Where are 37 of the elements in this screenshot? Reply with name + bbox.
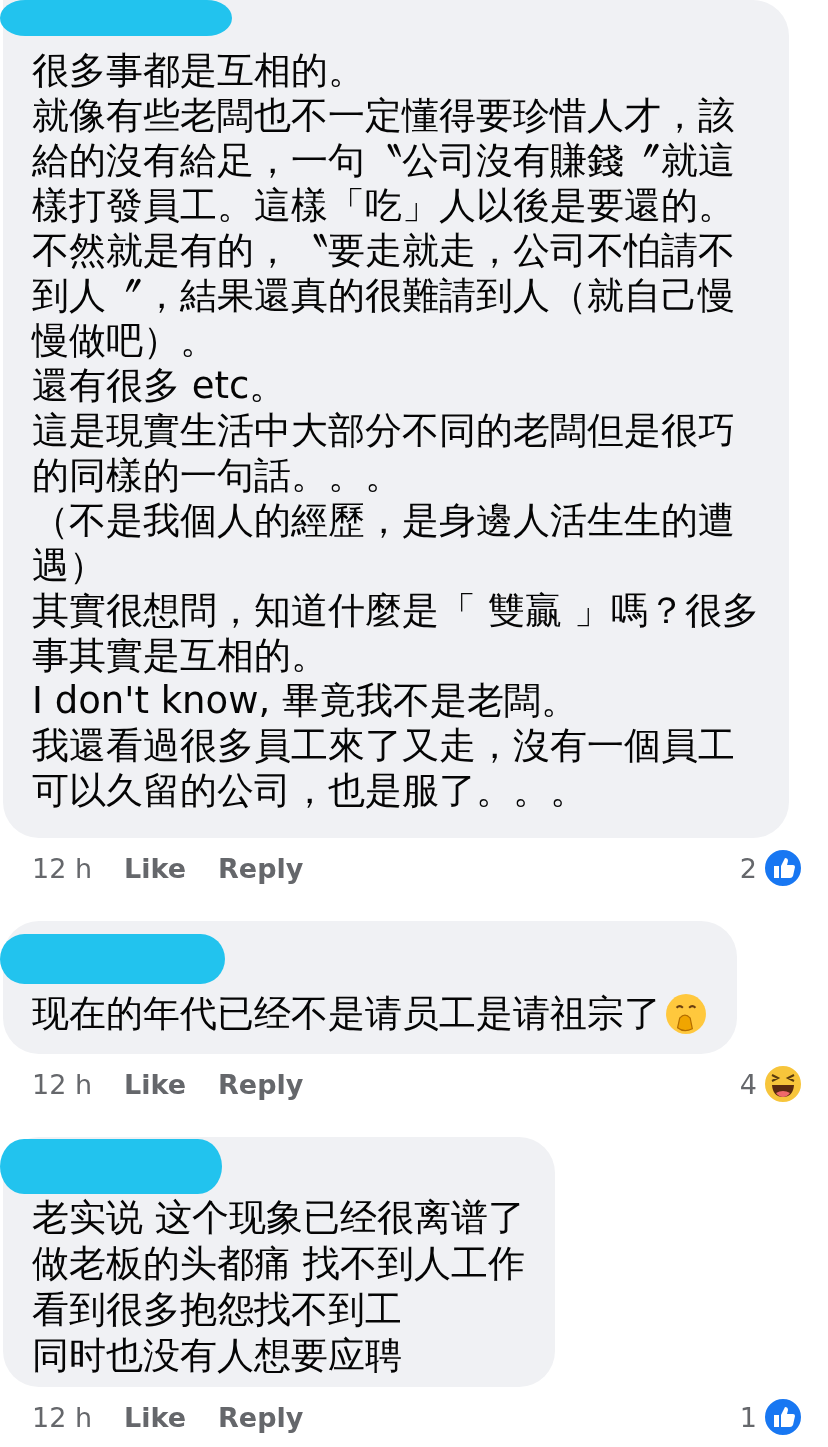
comment-text: 樣打發員工。這樣「吃」人以後是要還的。: [32, 182, 735, 229]
laughing-face-icon: [763, 1064, 803, 1104]
comment-text: 到人〞，結果還真的很難請到人（就自己慢: [32, 272, 735, 319]
reply-link[interactable]: Reply: [218, 1068, 304, 1100]
comment-text: 可以久留的公司，也是服了。。。: [32, 767, 587, 814]
comment-text: 遇）: [32, 542, 106, 589]
like-link[interactable]: Like: [124, 852, 187, 884]
reply-link[interactable]: Reply: [218, 1401, 304, 1433]
reaction-count: 2: [739, 852, 757, 884]
comment-time: 12 h: [32, 1401, 93, 1433]
comment-text: 的同樣的一句話。。。: [32, 452, 402, 499]
comment-text: 老实说 这个现象已经很离谱了: [32, 1195, 525, 1241]
comment-text: 很多事都是互相的。: [32, 47, 365, 94]
like-link[interactable]: Like: [124, 1068, 187, 1100]
comment-text: 做老板的头都痛 找不到人工作: [32, 1241, 525, 1287]
comment-text: 就像有些老闆也不一定懂得要珍惜人才，該: [32, 92, 735, 139]
like-link[interactable]: Like: [124, 1401, 187, 1433]
reaction-count: 1: [739, 1401, 757, 1433]
comment-text: 還有很多 etc。: [32, 362, 287, 409]
reaction-count: 4: [739, 1068, 757, 1100]
comment-text: I don't know, 畢竟我不是老闆。: [32, 677, 578, 724]
comment-text: 事其實是互相的。: [32, 632, 328, 679]
comment-text: 我還看過很多員工來了又走，沒有一個員工: [32, 722, 735, 769]
thumbs-up-icon: [763, 1397, 803, 1437]
comment-text: 现在的年代已经不是请员工是请祖宗了: [32, 990, 661, 1037]
comment-text: （不是我個人的經歷，是身邊人活生生的遭: [32, 497, 735, 544]
comment-text: 不然就是有的，〝要走就走，公司不怕請不: [32, 227, 735, 274]
comment-text: 這是現實生活中大部分不同的老闆但是很巧: [32, 407, 735, 454]
comment-text: 同时也没有人想要应聘: [32, 1333, 402, 1379]
comment-text: 慢做吧）。: [32, 317, 217, 364]
comment-text: 其實很想問，知道什麼是「 雙贏 」嗎？很多: [32, 587, 759, 634]
reply-link[interactable]: Reply: [218, 852, 304, 884]
comment-text: 給的沒有給足，一句〝公司沒有賺錢〞就這: [32, 137, 735, 184]
comment-text: 看到很多抱怨找不到工: [32, 1287, 402, 1333]
thumbs-up-icon: [763, 848, 803, 888]
comment-time: 12 h: [32, 1068, 93, 1100]
comment-time: 12 h: [32, 852, 93, 884]
